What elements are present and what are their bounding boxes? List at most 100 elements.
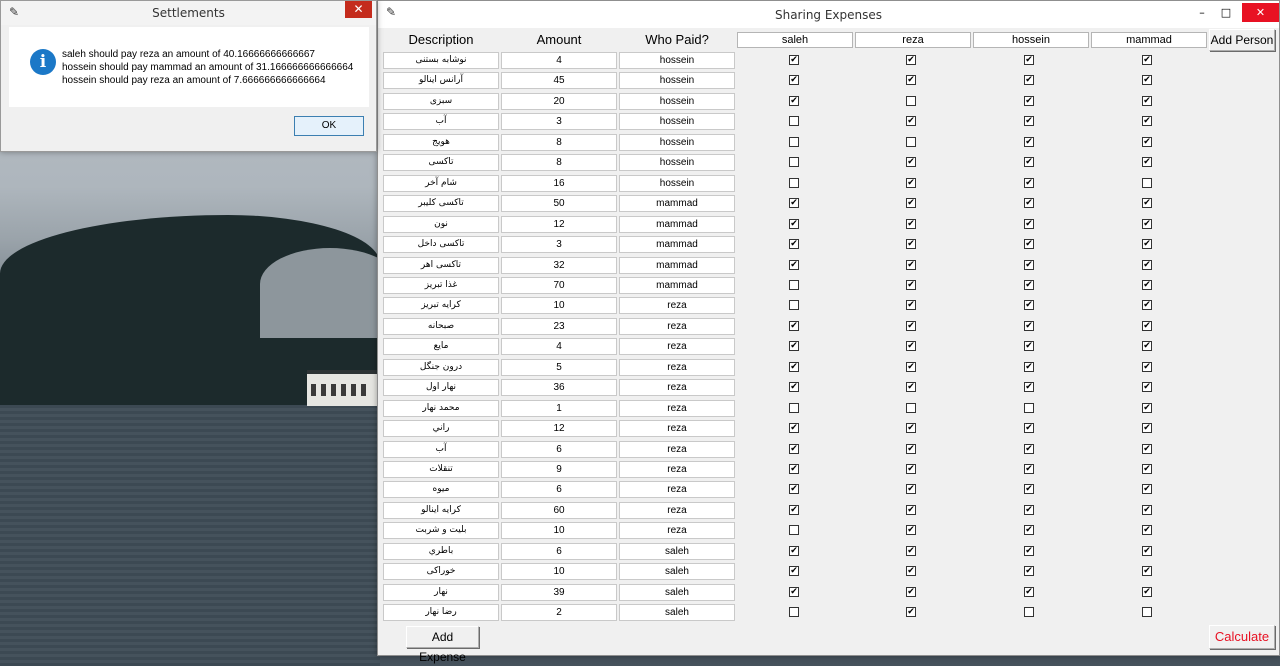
description-field[interactable]: نهار — [383, 584, 499, 601]
description-field[interactable]: نهار اول — [383, 379, 499, 396]
share-checkbox-reza[interactable] — [906, 137, 916, 147]
amount-field[interactable]: 3 — [501, 236, 617, 253]
amount-field[interactable]: 6 — [501, 481, 617, 498]
share-checkbox-saleh[interactable]: ✔ — [789, 341, 799, 351]
share-checkbox-saleh[interactable]: ✔ — [789, 566, 799, 576]
close-button[interactable]: ✕ — [1242, 2, 1279, 22]
add-expense-button[interactable]: Add Expense — [406, 626, 479, 664]
share-checkbox-saleh[interactable]: ✔ — [789, 198, 799, 208]
description-field[interactable]: راني — [383, 420, 499, 437]
amount-field[interactable]: 10 — [501, 297, 617, 314]
share-checkbox-reza[interactable]: ✔ — [906, 423, 916, 433]
share-checkbox-hossein[interactable]: ✔ — [1024, 382, 1034, 392]
share-checkbox-hossein[interactable]: ✔ — [1024, 55, 1034, 65]
payer-field[interactable]: mammad — [619, 236, 735, 253]
share-checkbox-hossein[interactable]: ✔ — [1024, 239, 1034, 249]
share-checkbox-mammad[interactable]: ✔ — [1142, 55, 1152, 65]
person-name-field[interactable]: reza — [855, 32, 971, 48]
share-checkbox-saleh[interactable]: ✔ — [789, 362, 799, 372]
payer-field[interactable]: saleh — [619, 604, 735, 621]
description-field[interactable]: مايع — [383, 338, 499, 355]
share-checkbox-mammad[interactable]: ✔ — [1142, 341, 1152, 351]
share-checkbox-saleh[interactable]: ✔ — [789, 219, 799, 229]
description-field[interactable]: غذا تبريز — [383, 277, 499, 294]
amount-field[interactable]: 12 — [501, 216, 617, 233]
description-field[interactable]: آب — [383, 441, 499, 458]
amount-field[interactable]: 2 — [501, 604, 617, 621]
share-checkbox-reza[interactable]: ✔ — [906, 444, 916, 454]
share-checkbox-saleh[interactable]: ✔ — [789, 587, 799, 597]
share-checkbox-hossein[interactable] — [1024, 403, 1034, 413]
share-checkbox-reza[interactable]: ✔ — [906, 219, 916, 229]
payer-field[interactable]: mammad — [619, 277, 735, 294]
share-checkbox-reza[interactable]: ✔ — [906, 607, 916, 617]
share-checkbox-reza[interactable]: ✔ — [906, 300, 916, 310]
dialog-title-bar[interactable]: ✎ Settlements ✕ — [1, 1, 376, 25]
share-checkbox-saleh[interactable] — [789, 300, 799, 310]
share-checkbox-mammad[interactable]: ✔ — [1142, 484, 1152, 494]
share-checkbox-hossein[interactable]: ✔ — [1024, 260, 1034, 270]
share-checkbox-mammad[interactable]: ✔ — [1142, 137, 1152, 147]
calculate-button[interactable]: Calculate — [1209, 625, 1275, 649]
share-checkbox-saleh[interactable]: ✔ — [789, 444, 799, 454]
share-checkbox-hossein[interactable] — [1024, 607, 1034, 617]
share-checkbox-reza[interactable]: ✔ — [906, 280, 916, 290]
description-field[interactable]: تاکسی داخل — [383, 236, 499, 253]
share-checkbox-hossein[interactable]: ✔ — [1024, 75, 1034, 85]
share-checkbox-hossein[interactable]: ✔ — [1024, 362, 1034, 372]
description-field[interactable]: تاکسی اهر — [383, 257, 499, 274]
person-name-field[interactable]: saleh — [737, 32, 853, 48]
share-checkbox-saleh[interactable] — [789, 280, 799, 290]
share-checkbox-saleh[interactable]: ✔ — [789, 484, 799, 494]
payer-field[interactable]: hossein — [619, 72, 735, 89]
share-checkbox-reza[interactable]: ✔ — [906, 484, 916, 494]
share-checkbox-reza[interactable]: ✔ — [906, 116, 916, 126]
share-checkbox-hossein[interactable]: ✔ — [1024, 444, 1034, 454]
share-checkbox-hossein[interactable]: ✔ — [1024, 300, 1034, 310]
share-checkbox-mammad[interactable]: ✔ — [1142, 382, 1152, 392]
payer-field[interactable]: reza — [619, 461, 735, 478]
share-checkbox-mammad[interactable]: ✔ — [1142, 116, 1152, 126]
payer-field[interactable]: saleh — [619, 563, 735, 580]
dialog-close-button[interactable]: ✕ — [345, 1, 372, 18]
share-checkbox-reza[interactable]: ✔ — [906, 239, 916, 249]
description-field[interactable]: آرانس اينالو — [383, 72, 499, 89]
share-checkbox-saleh[interactable] — [789, 137, 799, 147]
amount-field[interactable]: 20 — [501, 93, 617, 110]
share-checkbox-reza[interactable]: ✔ — [906, 362, 916, 372]
description-field[interactable]: باطري — [383, 543, 499, 560]
share-checkbox-mammad[interactable]: ✔ — [1142, 525, 1152, 535]
amount-field[interactable]: 60 — [501, 502, 617, 519]
share-checkbox-hossein[interactable]: ✔ — [1024, 341, 1034, 351]
amount-field[interactable]: 8 — [501, 154, 617, 171]
share-checkbox-mammad[interactable] — [1142, 607, 1152, 617]
share-checkbox-saleh[interactable]: ✔ — [789, 546, 799, 556]
share-checkbox-saleh[interactable]: ✔ — [789, 55, 799, 65]
share-checkbox-reza[interactable]: ✔ — [906, 382, 916, 392]
payer-field[interactable]: reza — [619, 400, 735, 417]
share-checkbox-hossein[interactable]: ✔ — [1024, 587, 1034, 597]
description-field[interactable]: آب — [383, 113, 499, 130]
description-field[interactable]: رضا نهار — [383, 604, 499, 621]
payer-field[interactable]: reza — [619, 359, 735, 376]
share-checkbox-reza[interactable]: ✔ — [906, 157, 916, 167]
share-checkbox-mammad[interactable]: ✔ — [1142, 464, 1152, 474]
description-field[interactable]: سبزی — [383, 93, 499, 110]
description-field[interactable]: تنقلات — [383, 461, 499, 478]
share-checkbox-hossein[interactable]: ✔ — [1024, 96, 1034, 106]
share-checkbox-mammad[interactable]: ✔ — [1142, 300, 1152, 310]
share-checkbox-reza[interactable]: ✔ — [906, 75, 916, 85]
share-checkbox-reza[interactable]: ✔ — [906, 260, 916, 270]
payer-field[interactable]: mammad — [619, 257, 735, 274]
share-checkbox-mammad[interactable] — [1142, 178, 1152, 188]
share-checkbox-reza[interactable]: ✔ — [906, 566, 916, 576]
description-field[interactable]: نون — [383, 216, 499, 233]
payer-field[interactable]: hossein — [619, 154, 735, 171]
payer-field[interactable]: hossein — [619, 134, 735, 151]
title-bar[interactable]: ✎ Sharing Expenses – □ ✕ — [378, 1, 1279, 28]
payer-field[interactable]: reza — [619, 297, 735, 314]
payer-field[interactable]: reza — [619, 441, 735, 458]
share-checkbox-saleh[interactable]: ✔ — [789, 382, 799, 392]
description-field[interactable]: محمد نهار — [383, 400, 499, 417]
share-checkbox-mammad[interactable]: ✔ — [1142, 280, 1152, 290]
